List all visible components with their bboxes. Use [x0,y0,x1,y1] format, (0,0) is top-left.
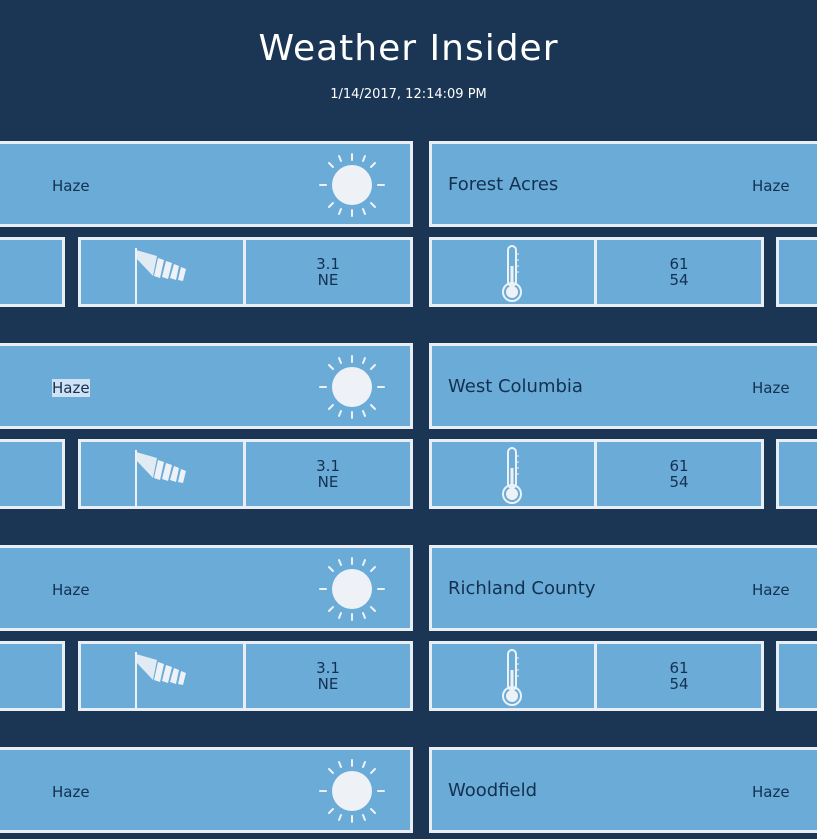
wind-icon-tile [78,237,246,307]
thermometer-icon [500,648,524,708]
city-name: Woodfield [448,780,538,801]
app-title: Weather Insider [258,28,559,69]
thermometer-icon [500,446,524,506]
current-datetime: 1/14/2017, 12:14:09 PM [330,87,487,102]
temp-low: 54 [669,675,689,693]
left-condition-tile[interactable]: Haze [0,141,413,227]
wind-value-tile: 3.1 NE [243,439,413,509]
windsock-icon [131,448,191,506]
temp-icon-tile [429,641,597,711]
city-name: Richland County [448,578,596,599]
temp-high: 61 [669,457,689,475]
temp-low: 54 [669,271,689,289]
weather-page: Weather Insider 1/14/2017, 12:14:09 PM H… [0,0,817,839]
wind-icon-tile [78,439,246,509]
temp-value-tile: 61 54 [594,641,764,711]
thermometer-icon [500,244,524,304]
partial-tile [776,237,817,307]
temp-high: 61 [669,255,689,273]
wind-icon-tile [78,641,246,711]
wind-direction: NE [317,675,339,693]
temp-icon-tile [429,237,597,307]
empty-tile [0,641,65,711]
windsock-icon [131,650,191,708]
condition-text: Haze [52,581,90,599]
empty-tile [0,439,65,509]
temp-value-tile: 61 54 [594,439,764,509]
wind-value-tile: 3.1 NE [243,237,413,307]
wind-direction: NE [317,271,339,289]
city-tile[interactable]: Forest Acres Haze [429,141,817,227]
wind-value-tile: 3.1 NE [243,641,413,711]
wind-direction: NE [317,473,339,491]
city-name: Forest Acres [448,174,559,195]
partial-tile [776,641,817,711]
sun-icon [317,152,387,218]
city-name: West Columbia [448,376,583,397]
condition-text: Haze [752,177,790,195]
city-tile[interactable]: Woodfield Haze [429,747,817,833]
temp-value-tile: 61 54 [594,237,764,307]
condition-text: Haze [52,379,90,397]
condition-text: Haze [752,783,790,801]
temp-high: 61 [669,659,689,677]
condition-text: Haze [52,783,90,801]
city-tile[interactable]: West Columbia Haze [429,343,817,429]
windsock-icon [131,246,191,304]
left-condition-tile[interactable]: Haze [0,545,413,631]
wind-speed: 3.1 [316,659,340,677]
temp-icon-tile [429,439,597,509]
city-tile[interactable]: Richland County Haze [429,545,817,631]
sun-icon [317,354,387,420]
sun-icon [317,556,387,622]
temp-low: 54 [669,473,689,491]
left-condition-tile[interactable]: Haze [0,747,413,833]
condition-text: Haze [52,177,90,195]
condition-text: Haze [752,581,790,599]
empty-tile [0,237,65,307]
condition-text: Haze [752,379,790,397]
wind-speed: 3.1 [316,255,340,273]
sun-icon [317,758,387,824]
left-condition-tile[interactable]: Haze [0,343,413,429]
wind-speed: 3.1 [316,457,340,475]
partial-tile [776,439,817,509]
